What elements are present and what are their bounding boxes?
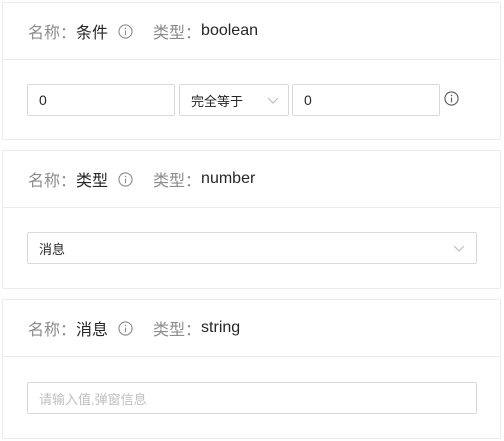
name-label: 名称： bbox=[28, 322, 77, 339]
type-label: 类型： bbox=[153, 322, 202, 339]
right-value-input[interactable]: 0 bbox=[292, 84, 440, 116]
type-label: 类型： bbox=[153, 25, 202, 42]
message-placeholder: 请输入值,弹窗信息 bbox=[39, 391, 147, 407]
field-name: 条件 bbox=[76, 25, 109, 42]
info-circle-icon[interactable] bbox=[118, 171, 133, 187]
card-header: 名称： 消息 类型： string bbox=[3, 300, 500, 357]
field-name: 消息 bbox=[76, 322, 109, 339]
operator-value: 完全等于 bbox=[191, 93, 244, 109]
info-circle-icon[interactable] bbox=[118, 320, 133, 336]
field-card-type: 名称： 类型 类型： number 消息 bbox=[2, 150, 501, 289]
name-label: 名称： bbox=[28, 173, 77, 190]
card-header: 名称： 条件 类型： boolean bbox=[3, 3, 500, 60]
field-card-condition: 名称： 条件 类型： boolean 0 完全等于 0 bbox=[2, 2, 501, 140]
left-value: 0 bbox=[39, 92, 47, 108]
info-circle-icon[interactable] bbox=[118, 23, 133, 39]
value-select[interactable]: 消息 bbox=[27, 232, 477, 264]
field-type: boolean bbox=[201, 22, 258, 39]
left-value-input[interactable]: 0 bbox=[27, 84, 175, 116]
operator-select[interactable]: 完全等于 bbox=[179, 84, 289, 116]
selected-value: 消息 bbox=[39, 241, 66, 257]
info-circle-icon[interactable] bbox=[444, 91, 459, 111]
card-header: 名称： 类型 类型： number bbox=[3, 151, 500, 208]
field-card-message: 名称： 消息 类型： string 请输入值,弹窗信息 bbox=[2, 299, 501, 439]
field-type: number bbox=[201, 170, 256, 187]
right-value: 0 bbox=[304, 92, 312, 108]
message-input[interactable]: 请输入值,弹窗信息 bbox=[27, 382, 477, 414]
chevron-down-icon bbox=[453, 243, 465, 253]
field-type: string bbox=[201, 319, 241, 336]
type-label: 类型： bbox=[153, 173, 202, 190]
chevron-down-icon bbox=[267, 95, 279, 105]
name-label: 名称： bbox=[28, 25, 77, 42]
field-name: 类型 bbox=[76, 173, 109, 190]
